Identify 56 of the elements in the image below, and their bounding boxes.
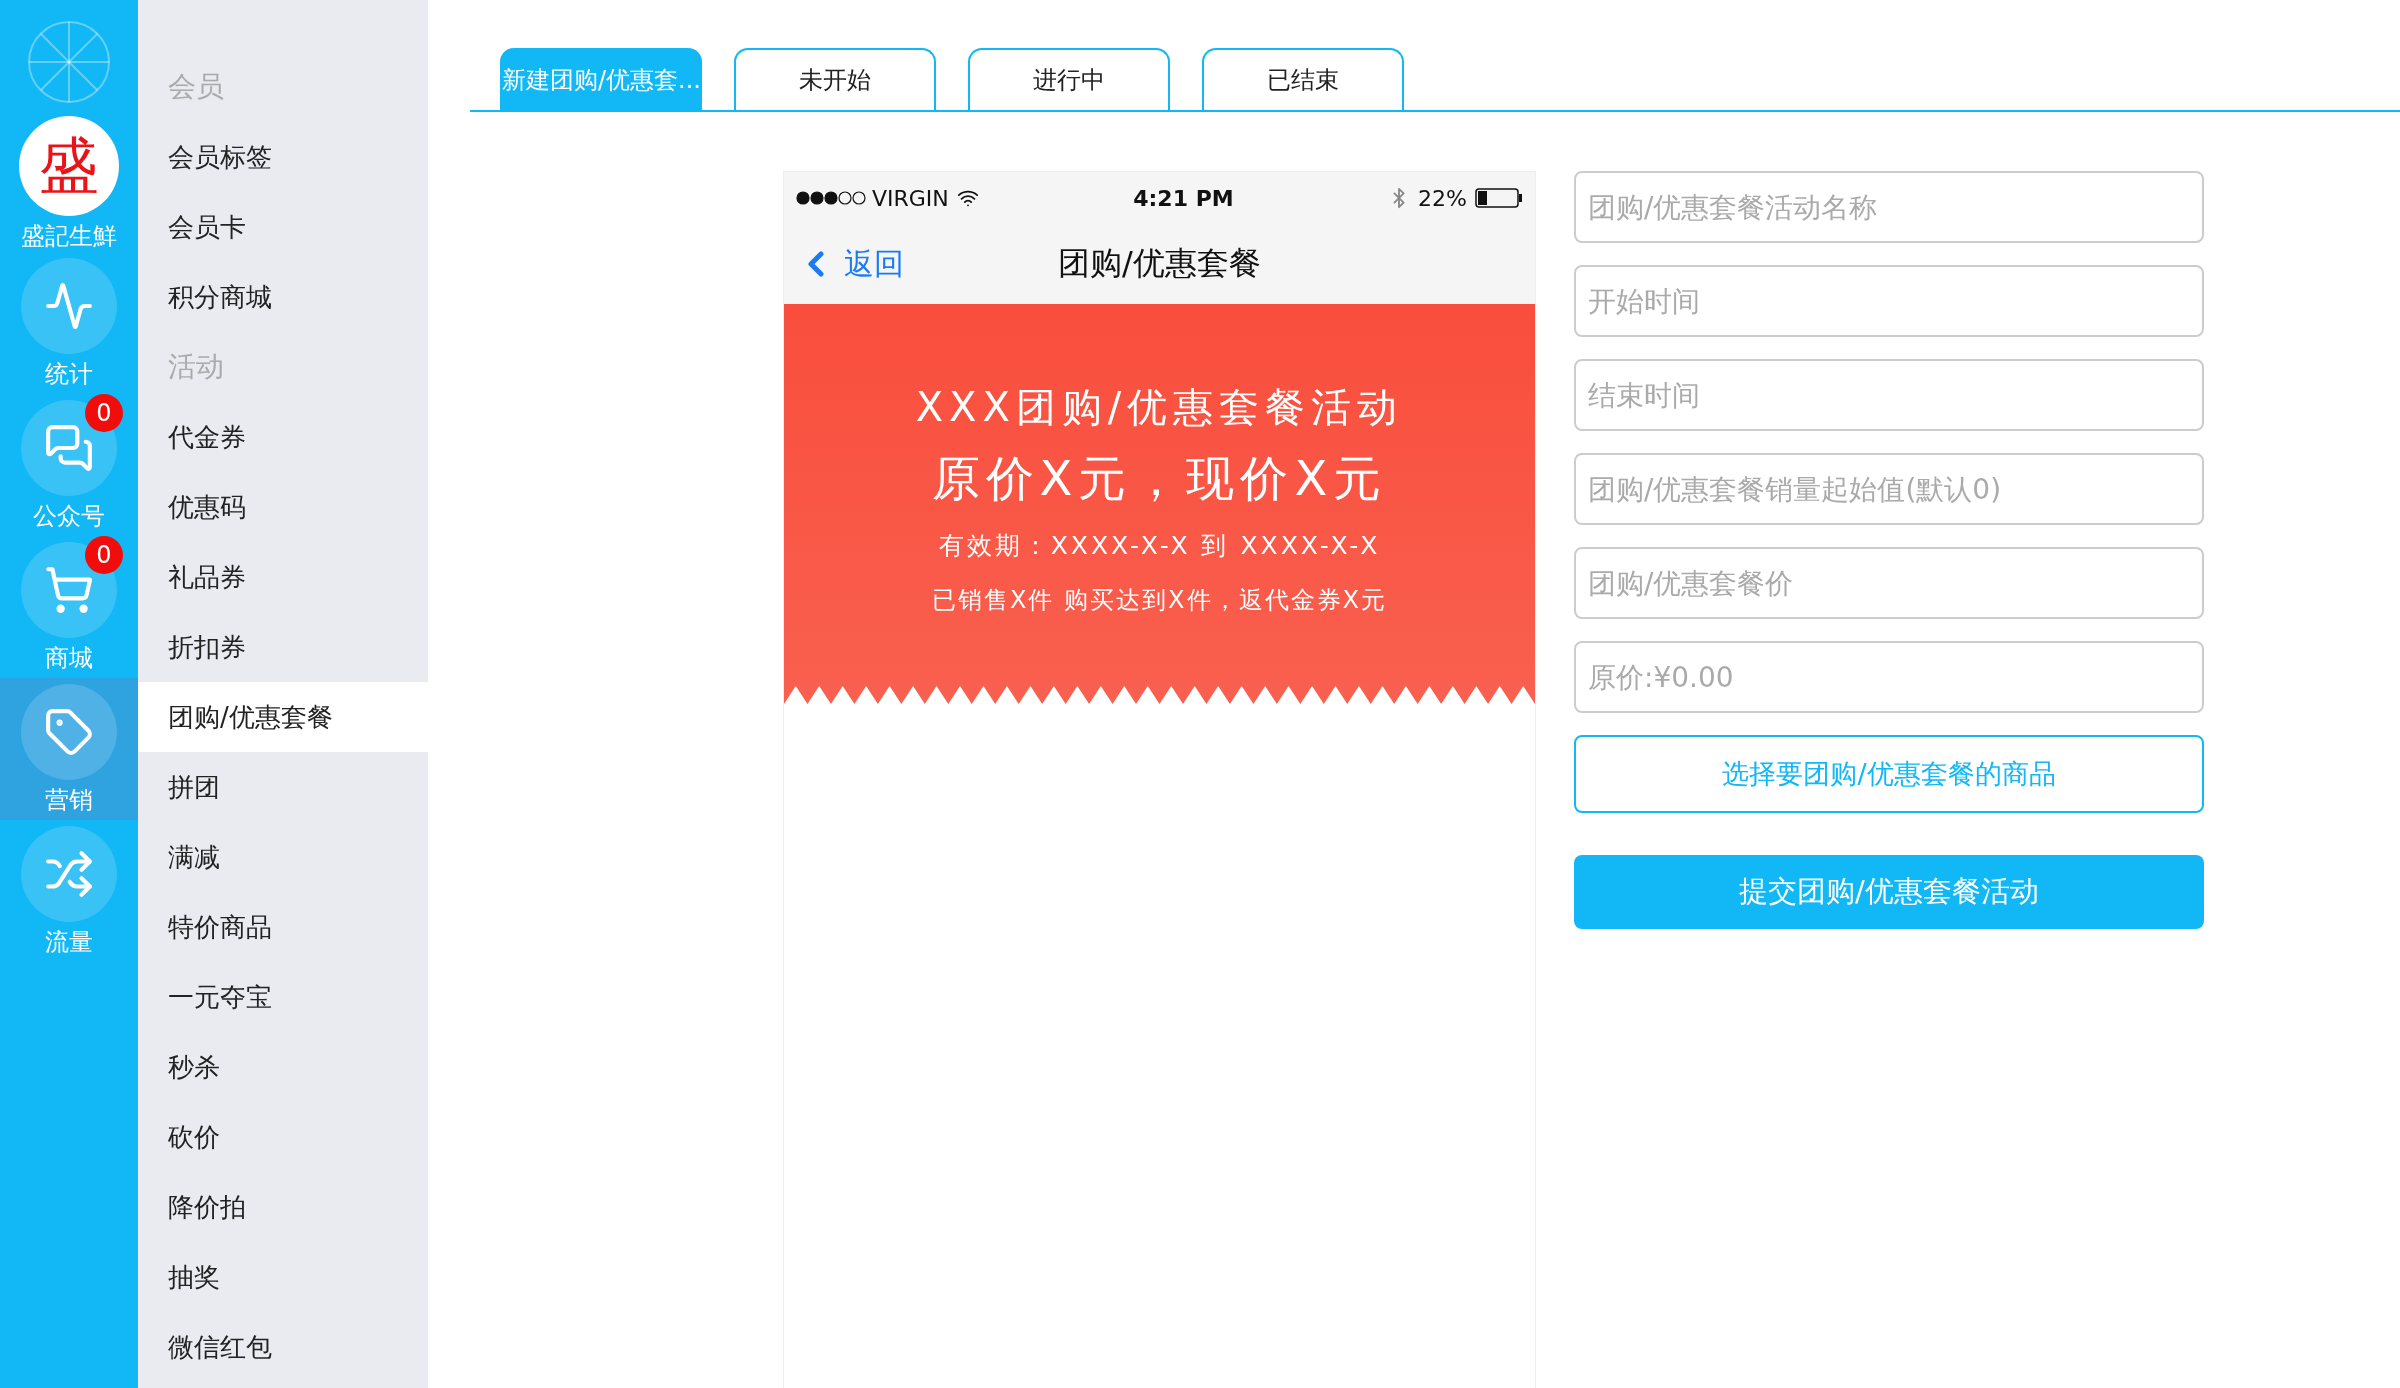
tab[interactable]: 未开始 xyxy=(734,48,936,110)
rail-item[interactable]: 0 商城 xyxy=(0,536,138,678)
submenu-item[interactable]: 优惠码 xyxy=(138,472,428,542)
count-badge: 0 xyxy=(85,394,123,432)
rail-item[interactable]: 0 公众号 xyxy=(0,394,138,536)
banner-text: XXX团购/优惠套餐活动 xyxy=(915,383,1404,432)
submenu-item[interactable]: 礼品券 xyxy=(138,542,428,612)
submenu-heading: 会员 xyxy=(167,69,225,105)
input-field[interactable]: 团购/优惠套餐价 xyxy=(1574,547,2204,619)
cart-icon xyxy=(44,565,94,615)
count-badge: 0 xyxy=(85,536,123,574)
clock-text: 4:21 PM xyxy=(1133,185,1234,211)
input-field[interactable]: 团购/优惠套餐销量起始值(默认0) xyxy=(1574,453,2204,525)
input-field[interactable]: 结束时间 xyxy=(1574,359,2204,431)
submenu-item[interactable]: 微信红包 xyxy=(138,1312,428,1382)
submenu-item[interactable]: 拼团 xyxy=(138,752,428,822)
input-field[interactable]: 团购/优惠套餐活动名称 xyxy=(1574,171,2204,243)
tag-icon xyxy=(44,707,94,757)
rail-label: 商城 xyxy=(45,643,93,674)
chat-bubbles-icon xyxy=(44,423,94,473)
input-field[interactable]: 原价:¥0.00 xyxy=(1574,641,2204,713)
submenu-item[interactable]: 会员卡 xyxy=(138,192,428,262)
rail-label: 统计 xyxy=(45,359,93,390)
signal-icon xyxy=(796,191,866,205)
submenu-heading: 活动 xyxy=(167,349,225,385)
page-title: 团购/优惠套餐 xyxy=(1058,243,1261,284)
submenu-item[interactable]: 降价拍 xyxy=(138,1172,428,1242)
submenu-item[interactable]: 特价商品 xyxy=(138,892,428,962)
back-link[interactable]: 返回 xyxy=(796,243,904,285)
rail-label: 公众号 xyxy=(33,501,105,532)
rail-item[interactable]: 盛 盛記生鮮 xyxy=(0,110,138,252)
battery-icon xyxy=(1475,188,1523,208)
rail-label: 盛記生鮮 xyxy=(21,221,117,252)
banner-text: 已销售X件 购买达到X件，返代金券X元 xyxy=(932,585,1387,616)
tab[interactable]: 进行中 xyxy=(968,48,1170,110)
submenu-item[interactable]: 代金券 xyxy=(138,402,428,472)
store-avatar: 盛 xyxy=(19,116,119,216)
submenu-item[interactable]: 会员标签 xyxy=(138,122,428,192)
submenu-item[interactable]: 团购/优惠套餐 xyxy=(138,682,428,752)
banner-text: 原价X元，现价X元 xyxy=(931,449,1388,508)
submenu-item[interactable]: 积分商城 xyxy=(138,262,428,332)
submenu-item[interactable]: 砍价 xyxy=(138,1102,428,1172)
shuffle-icon xyxy=(44,849,94,899)
input-field[interactable]: 开始时间 xyxy=(1574,265,2204,337)
submenu-item[interactable]: 抽奖 xyxy=(138,1242,428,1312)
carrier-text: VIRGIN xyxy=(872,185,949,211)
tab[interactable]: 已结束 xyxy=(1202,48,1404,110)
submenu-item[interactable]: 满减 xyxy=(138,822,428,892)
battery-text: 22% xyxy=(1418,185,1467,211)
rail-label: 营销 xyxy=(45,785,93,816)
submenu-item[interactable]: 秒杀 xyxy=(138,1032,428,1102)
submenu-item[interactable]: 一元夺宝 xyxy=(138,962,428,1032)
banner-text: 有效期：XXXX-X-X 到 XXXX-X-X xyxy=(938,530,1381,562)
rail-label: 流量 xyxy=(45,927,93,958)
submenu-item[interactable]: 折扣券 xyxy=(138,612,428,682)
pulse-icon xyxy=(44,281,94,331)
